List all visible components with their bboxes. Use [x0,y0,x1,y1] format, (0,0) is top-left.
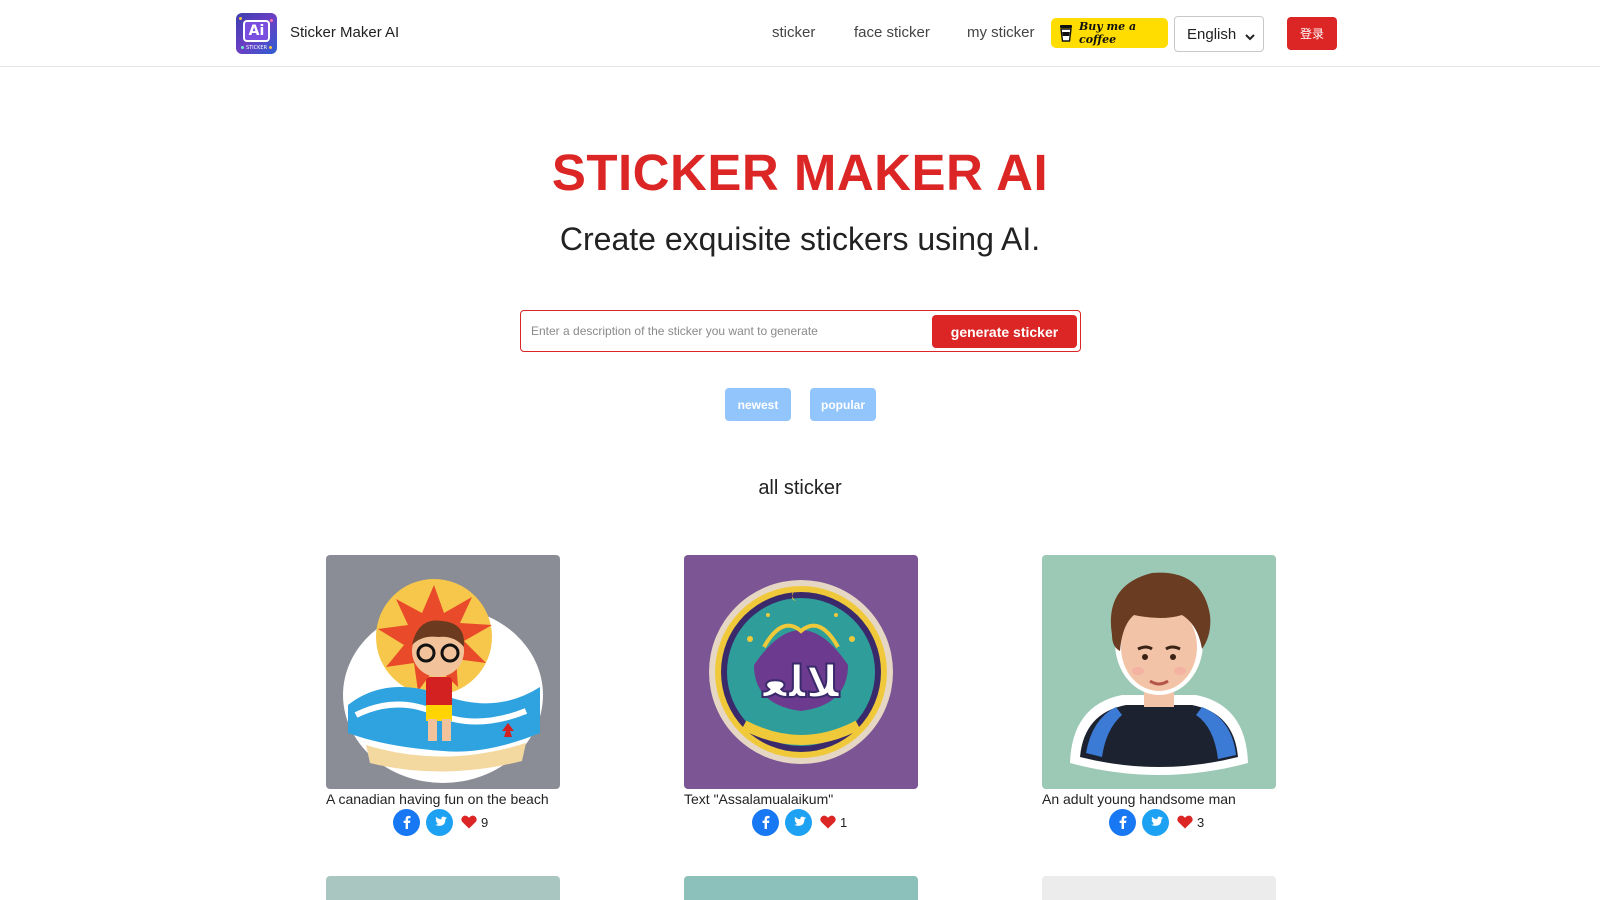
brand-name[interactable]: Sticker Maker AI [290,24,399,41]
sticker-actions: 9 [393,808,489,836]
chevron-down-icon [1245,29,1255,46]
facebook-icon[interactable] [1109,808,1136,836]
twitter-icon[interactable] [1142,808,1169,836]
language-selected-value: English [1187,25,1237,43]
coffee-button-label: Buy me a coffee [1079,20,1137,46]
logo-text: Ai [248,23,265,39]
twitter-icon[interactable] [426,808,453,836]
sticker-caption: Text "Assalamualaikum" [684,791,834,807]
twitter-icon[interactable] [785,808,812,836]
sticker-caption: An adult young handsome man [1042,791,1236,807]
nav-face-sticker-link[interactable]: face sticker [854,24,930,41]
logo-badge: Ai [243,20,270,42]
heart-icon[interactable] [820,815,836,829]
coffee-cup-icon [1059,24,1073,42]
sticker-caption: A canadian having fun on the beach [326,791,549,807]
sticker-prompt-form: generate sticker [520,310,1081,352]
section-title: all sticker [758,477,842,499]
like-count: 3 [1197,814,1205,830]
heart-icon[interactable] [1177,815,1193,829]
sticker-image[interactable] [684,876,918,900]
top-nav-bar: Ai STICKER Sticker Maker AI sticker face… [0,0,1600,67]
filter-popular-button[interactable]: popular [810,388,876,421]
sticker-image[interactable]: ﻠﺎﻠﻌ [684,555,918,789]
like-count: 9 [481,814,489,830]
logo-subtext: STICKER [245,45,268,51]
buy-me-a-coffee-button[interactable]: Buy me a coffee [1051,18,1168,48]
sticker-image[interactable] [326,876,560,900]
nav-my-sticker-link[interactable]: my sticker [967,24,1035,41]
nav-sticker-link[interactable]: sticker [772,24,815,41]
sticker-actions: 1 [752,808,848,836]
heart-icon[interactable] [461,815,477,829]
sticker-image[interactable] [1042,555,1276,789]
page-subtitle: Create exquisite stickers using AI. [559,221,1041,257]
sticker-description-input[interactable] [531,319,921,343]
sticker-image[interactable] [1042,876,1276,900]
language-select[interactable]: English [1174,16,1264,52]
sticker-actions: 3 [1109,808,1205,836]
page-title: STICKER MAKER AI [551,144,1049,201]
filter-newest-button[interactable]: newest [725,388,791,421]
facebook-icon[interactable] [393,808,420,836]
like-count: 1 [840,814,848,830]
facebook-icon[interactable] [752,808,779,836]
app-logo[interactable]: Ai STICKER [236,13,277,54]
sticker-image[interactable] [326,555,560,789]
svg-text:ﻠﺎﻠﻌ: ﻠﺎﻠﻌ [762,657,840,708]
login-button[interactable]: 登录 [1287,17,1337,50]
generate-sticker-button[interactable]: generate sticker [932,315,1077,348]
